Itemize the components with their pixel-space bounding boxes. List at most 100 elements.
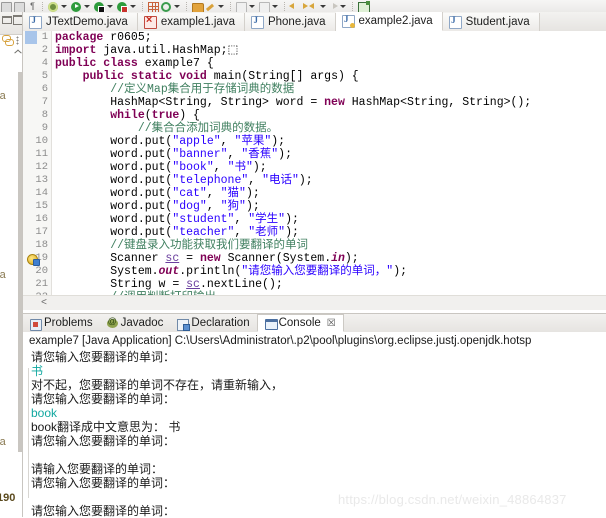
chevron-down-icon[interactable] xyxy=(107,5,113,8)
perspective-switch-icon[interactable] xyxy=(13,0,26,12)
javadoc-icon-glyph xyxy=(106,316,118,328)
open-type-icon[interactable] xyxy=(191,0,204,12)
editor-tab-bar[interactable]: JTextDemo.java example1.java Phone.java exa… xyxy=(23,12,606,32)
code-line[interactable]: //定义Map集合用于存储词典的数据 xyxy=(55,83,294,96)
bottom-tab-console[interactable]: Console ☒ xyxy=(256,314,344,332)
code-line[interactable]: word.put("teacher", "老师"); xyxy=(55,226,299,239)
chevron-down-icon[interactable] xyxy=(218,5,224,8)
code-line[interactable]: //键盘录入功能获取我们要翻译的单词 xyxy=(55,239,308,252)
debug-icon[interactable] xyxy=(93,0,116,12)
forward-icon[interactable] xyxy=(299,0,309,12)
chevron-down-icon[interactable] xyxy=(174,5,180,8)
perspective-icon[interactable] xyxy=(0,0,13,12)
next-annotation-icon[interactable] xyxy=(235,0,258,12)
line-number: 14 xyxy=(35,187,48,199)
view-menu-icon[interactable] xyxy=(16,36,19,45)
bottom-tab-problems[interactable]: Problems xyxy=(23,315,100,332)
line-number: 8 xyxy=(41,109,48,121)
next-edit-location-icon[interactable] xyxy=(329,0,349,12)
previous-annotation-icon[interactable] xyxy=(258,0,281,12)
code-line[interactable]: Scanner sc = new Scanner(System.in); xyxy=(55,252,359,265)
package-explorer-collapsed-strip[interactable]: ava ava ava 190 xyxy=(0,12,23,517)
code-line[interactable]: while(true) { xyxy=(55,109,200,122)
code-token: "student" xyxy=(172,213,235,226)
code-line[interactable]: word.put("student", "学生"); xyxy=(55,213,299,226)
console-output-line: 请您输入您要翻译的单词： xyxy=(31,504,176,518)
console-output[interactable]: example7 [Java Application] C:\Users\Adm… xyxy=(23,332,606,518)
chevron-down-icon[interactable] xyxy=(340,5,346,8)
back-icon[interactable] xyxy=(289,0,299,12)
maximize-icon[interactable] xyxy=(13,15,22,25)
code-line[interactable]: word.put("book", "书"); xyxy=(55,161,266,174)
scroll-left-marker[interactable]: < xyxy=(41,298,47,309)
code-token: = xyxy=(179,252,200,265)
code-token: in xyxy=(331,252,345,265)
link-with-editor-icon[interactable] xyxy=(2,35,14,46)
chevron-up-icon[interactable] xyxy=(14,49,21,54)
editor-tab-student-java[interactable]: Student.java xyxy=(442,13,540,31)
code-token: true xyxy=(151,109,180,122)
line-number: 18 xyxy=(35,239,48,251)
code-token: HashMap<String, String> word = xyxy=(55,96,325,109)
line-number: 16 xyxy=(35,213,48,225)
code-line[interactable]: word.put("banner", "香蕉"); xyxy=(55,148,292,161)
paragraph-mark-icon[interactable]: ¶ xyxy=(26,0,39,12)
new-java-class-icon[interactable] xyxy=(147,0,160,12)
coverage-icon[interactable] xyxy=(116,0,139,12)
javadoc-icon xyxy=(106,316,118,329)
code-token: "apple" xyxy=(172,135,221,148)
console-output-line: 请输入您要翻译的单词： xyxy=(31,462,164,476)
code-line[interactable]: word.put("dog", "狗"); xyxy=(55,200,260,213)
editor-horizontal-scrollbar[interactable]: < xyxy=(23,295,606,310)
editor-tab-jtextdemo-java[interactable]: JTextDemo.java xyxy=(23,13,138,31)
code-token: public static void xyxy=(82,70,207,83)
chevron-down-icon[interactable] xyxy=(84,5,90,8)
code-line[interactable]: word.put("telephone", "电话"); xyxy=(55,174,312,187)
code-token: ); xyxy=(245,187,260,200)
chevron-down-icon[interactable] xyxy=(61,5,67,8)
code-line[interactable]: String w = sc.nextLine(); xyxy=(55,278,283,291)
refresh-icon[interactable] xyxy=(160,0,183,12)
code-line[interactable]: HashMap<String, String> word = new HashM… xyxy=(55,96,531,109)
external-tools-icon[interactable] xyxy=(47,0,70,12)
bottom-tab-declaration[interactable]: Declaration xyxy=(170,315,256,332)
code-line[interactable]: import java.util.HashMap;⬚ xyxy=(55,44,238,57)
code-line[interactable]: //集合合添加词典的数据。 xyxy=(55,122,278,135)
chevron-down-icon[interactable] xyxy=(130,5,136,8)
code-token: ); xyxy=(393,265,407,278)
code-line[interactable]: System.out.println("请您输入您要翻译的单词，"); xyxy=(55,265,407,278)
code-line[interactable]: word.put("cat", "猫"); xyxy=(55,187,260,200)
quick-fix-bulb-icon[interactable] xyxy=(27,254,40,266)
line-number: 13 xyxy=(35,174,48,186)
toolbar-separator xyxy=(142,1,144,11)
chevron-down-icon[interactable] xyxy=(272,5,278,8)
editor-tab-example2-java[interactable]: example2.java xyxy=(335,12,443,31)
code-line[interactable]: package r0605; xyxy=(55,31,152,44)
editor-gutter[interactable]: 12⊕45⊖678910111213141516171819202122 xyxy=(23,31,59,303)
code-token: new xyxy=(199,252,221,265)
watermark: https://blog.csdn.net/weixin_48864837 xyxy=(338,492,567,507)
chevron-down-icon[interactable] xyxy=(249,5,255,8)
chevron-down-icon[interactable] xyxy=(320,5,326,8)
console-launch-header: example7 [Java Application] C:\Users\Adm… xyxy=(29,335,532,347)
run-icon[interactable] xyxy=(70,0,93,12)
code-token: public class xyxy=(55,57,138,70)
code-token: "猫" xyxy=(220,187,246,200)
new-window-icon[interactable] xyxy=(357,0,370,12)
restore-icon[interactable] xyxy=(2,16,12,24)
editor-tab-example1-java[interactable]: example1.java xyxy=(137,13,245,31)
bottom-tab-javadoc[interactable]: Javadoc xyxy=(100,315,171,332)
code-token: "teacher" xyxy=(172,226,235,239)
code-line[interactable]: word.put("apple", "苹果"); xyxy=(55,135,285,148)
editor-tab-phone-java[interactable]: Phone.java xyxy=(244,13,336,31)
close-icon[interactable]: ☒ xyxy=(327,318,336,329)
code-line[interactable]: public class example7 { xyxy=(55,57,214,70)
line-number: 21 xyxy=(35,278,48,290)
search-icon[interactable] xyxy=(204,0,227,12)
line-number: 17 xyxy=(35,226,48,238)
code-line[interactable]: public static void main(String[] args) { xyxy=(55,70,359,83)
code-viewport[interactable]: package r0605; import java.util.HashMap;⬚… xyxy=(52,31,606,295)
bottom-panel-tab-bar[interactable]: Problems Javadoc Declaration Console ☒ xyxy=(23,314,606,333)
last-edit-location-icon[interactable] xyxy=(309,0,329,12)
